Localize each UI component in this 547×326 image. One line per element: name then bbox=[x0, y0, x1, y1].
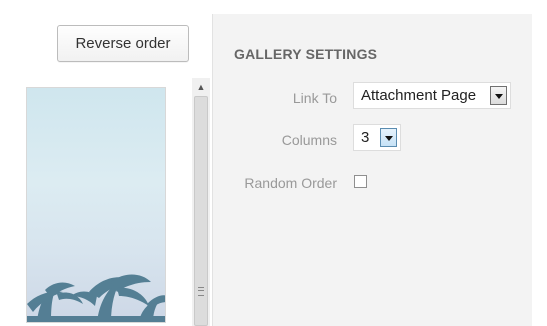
link-to-label: Link To bbox=[292, 90, 337, 106]
gallery-settings-title: GALLERY SETTINGS bbox=[234, 46, 378, 62]
columns-label: Columns bbox=[281, 132, 337, 148]
random-order-checkbox[interactable] bbox=[354, 175, 367, 188]
columns-value: 3 bbox=[361, 129, 370, 146]
columns-select[interactable]: 3 bbox=[353, 124, 401, 151]
vertical-scrollbar[interactable]: ▲ bbox=[192, 78, 210, 326]
reverse-order-button[interactable]: Reverse order bbox=[57, 25, 189, 62]
link-to-select[interactable]: Attachment Page bbox=[353, 82, 511, 109]
attachments-pane: Reverse order ▲ bbox=[0, 0, 212, 326]
scroll-up-arrow-icon[interactable]: ▲ bbox=[192, 78, 210, 96]
right-margin bbox=[532, 0, 547, 326]
random-order-label: Random Order bbox=[244, 175, 337, 191]
chevron-down-icon[interactable] bbox=[380, 128, 397, 147]
link-to-value: Attachment Page bbox=[361, 87, 477, 104]
scroll-grip-icon bbox=[198, 287, 204, 296]
chevron-down-icon[interactable] bbox=[490, 86, 507, 105]
palm-silhouette-image bbox=[27, 274, 165, 322]
attachment-thumbnail[interactable] bbox=[26, 87, 166, 323]
gallery-settings-panel: GALLERY SETTINGS Link To Attachment Page… bbox=[212, 14, 532, 326]
scroll-thumb[interactable] bbox=[194, 96, 208, 326]
